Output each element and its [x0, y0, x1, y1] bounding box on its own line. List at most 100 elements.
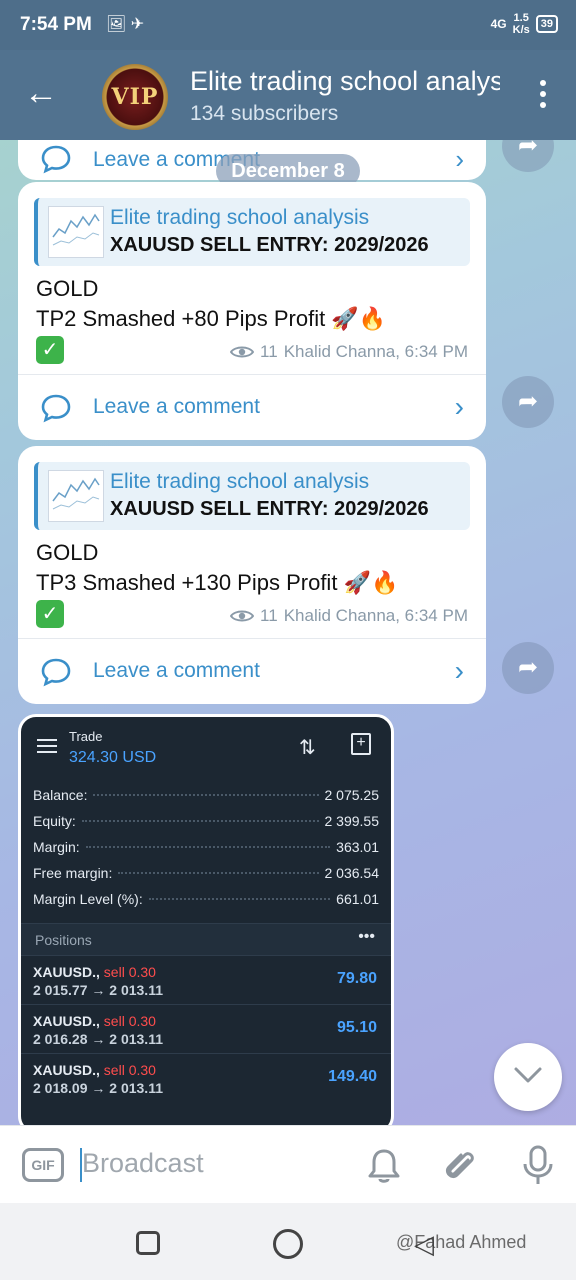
- summary-row: Equity: 2 399.55: [33, 813, 379, 839]
- message-bubble[interactable]: Elite trading school analysis XAUUSD SEL…: [18, 182, 486, 440]
- position-side: sell 0.30: [103, 1062, 156, 1078]
- summary-label: Margin Level (%):: [33, 891, 143, 907]
- leave-comment-label[interactable]: Leave a comment: [93, 659, 260, 683]
- reply-thumbnail: [48, 206, 104, 258]
- position-side: sell 0.30: [103, 1013, 156, 1029]
- position-profit: 79.80: [336, 970, 377, 987]
- avatar-logo-text: VIP: [111, 84, 159, 110]
- status-notification-icons: 🖼 ✈: [106, 16, 145, 33]
- position-prices: 2 016.28 → 2 013.11: [33, 1031, 163, 1047]
- chevron-down-icon: [514, 1067, 542, 1083]
- message-input-bar: GIF Broadcast: [0, 1125, 576, 1203]
- message-list[interactable]: Leave a comment › ➦ December 8 Elite tra…: [0, 140, 576, 1125]
- check-mark-icon: ✓: [36, 600, 64, 628]
- summary-row: Balance: 2 075.25: [33, 787, 379, 813]
- channel-header: ← VIP Elite trading school analysis 134 …: [0, 50, 576, 140]
- position-row: XAUUSD., sell 0.30 2 016.28 → 2 013.11 9…: [21, 1004, 391, 1053]
- position-row: XAUUSD., sell 0.30 2 015.77 → 2 013.11 7…: [21, 955, 391, 1004]
- status-time: 7:54 PM: [20, 14, 92, 35]
- channel-avatar[interactable]: VIP: [102, 64, 168, 130]
- forward-icon[interactable]: ➦: [502, 376, 554, 428]
- author-time: Khalid Channa, 6:34 PM: [283, 606, 468, 625]
- scroll-down-button[interactable]: [494, 1043, 562, 1111]
- position-profit: 95.10: [336, 1019, 377, 1036]
- signal-icon: 4G: [490, 17, 507, 31]
- summary-row: Margin: 363.01: [33, 839, 379, 865]
- chevron-right-icon[interactable]: ›: [455, 391, 464, 423]
- position-symbol: XAUUSD.,: [33, 1013, 100, 1029]
- summary-value: 2 399.55: [324, 813, 380, 829]
- chevron-right-icon[interactable]: ›: [455, 655, 464, 687]
- reply-preview[interactable]: Elite trading school analysis XAUUSD SEL…: [34, 198, 470, 266]
- status-bar: 7:54 PM 🖼 ✈ 4G 1.5 K/s 39: [0, 0, 576, 50]
- subscriber-count: 134 subscribers: [190, 102, 339, 125]
- author-time: Khalid Channa, 6:34 PM: [283, 342, 468, 361]
- summary-value: 2 036.54: [324, 865, 380, 881]
- positions-header: Positions •••: [21, 923, 391, 955]
- eye-icon: [230, 346, 255, 358]
- gif-button[interactable]: GIF: [22, 1148, 64, 1182]
- position-prices: 2 018.09 → 2 013.11: [33, 1080, 163, 1096]
- trade-amount: 324.30 USD: [69, 749, 157, 766]
- reply-preview[interactable]: Elite trading school analysis XAUUSD SEL…: [34, 462, 470, 530]
- comment-bubble-icon: [41, 658, 71, 687]
- summary-label: Margin:: [33, 839, 80, 855]
- leave-comment-row[interactable]: Leave a comment ›: [18, 375, 486, 440]
- position-symbol: XAUUSD.,: [33, 1062, 100, 1078]
- summary-value: 363.01: [336, 839, 379, 855]
- position-symbol: XAUUSD.,: [33, 964, 100, 980]
- message-meta: 11 Khalid Channa, 6:34 PM: [230, 342, 468, 362]
- new-order-icon: +: [351, 733, 371, 755]
- comment-bubble-icon: [41, 394, 71, 423]
- account-summary: Balance: 2 075.25 Equity: 2 399.55 Margin:…: [33, 787, 379, 917]
- network-speed-unit: K/s: [512, 24, 530, 36]
- summary-value: 661.01: [336, 891, 379, 907]
- message-meta: 11 Khalid Channa, 6:34 PM: [230, 606, 468, 626]
- broadcast-input[interactable]: Broadcast: [82, 1148, 204, 1179]
- position-row: XAUUSD., sell 0.30 2 018.09 → 2 013.11 1…: [21, 1053, 391, 1102]
- trade-header: Trade 324.30 USD ⇅ +: [21, 717, 391, 777]
- chevron-right-icon[interactable]: ›: [455, 144, 464, 175]
- view-count: 11: [260, 606, 278, 625]
- position-side: sell 0.30: [103, 964, 156, 980]
- battery-icon: 39: [535, 15, 558, 33]
- network-speed: 1.5 K/s: [513, 12, 530, 36]
- message-line: GOLD: [36, 276, 99, 301]
- back-arrow-icon[interactable]: ←: [24, 76, 58, 110]
- summary-row: Free margin: 2 036.54: [33, 865, 379, 891]
- check-mark-icon: ✓: [36, 336, 64, 364]
- forward-icon[interactable]: ➦: [502, 642, 554, 694]
- positions-label: Positions: [35, 932, 92, 948]
- paperclip-icon[interactable]: [440, 1146, 480, 1186]
- leave-comment-row[interactable]: Leave a comment ›: [18, 639, 486, 704]
- recent-apps-icon[interactable]: [136, 1231, 160, 1255]
- message-line: TP2 Smashed +80 Pips Profit 🚀🔥: [36, 306, 387, 331]
- more-options-icon[interactable]: [540, 80, 548, 113]
- microphone-icon[interactable]: [520, 1144, 556, 1186]
- watermark: @Fahad Ahmed: [396, 1232, 527, 1252]
- bell-icon[interactable]: [364, 1146, 404, 1186]
- summary-row: Margin Level (%): 661.01: [33, 891, 379, 917]
- summary-label: Equity:: [33, 813, 76, 829]
- reply-text: XAUUSD SELL ENTRY: 2029/2026: [110, 234, 429, 256]
- message-bubble[interactable]: Elite trading school analysis XAUUSD SEL…: [18, 446, 486, 704]
- comment-bubble-icon: [41, 145, 71, 174]
- message-line: TP3 Smashed +130 Pips Profit 🚀🔥: [36, 570, 399, 595]
- reply-title: Elite trading school analysis: [110, 470, 370, 493]
- summary-value: 2 075.25: [324, 787, 380, 803]
- view-count: 11: [260, 342, 278, 361]
- leave-comment-label[interactable]: Leave a comment: [93, 395, 260, 419]
- channel-title[interactable]: Elite trading school analysis: [190, 66, 500, 97]
- home-icon[interactable]: [273, 1229, 303, 1259]
- reply-text: XAUUSD SELL ENTRY: 2029/2026: [110, 498, 429, 520]
- eye-icon: [230, 610, 255, 622]
- trade-screenshot-image[interactable]: Trade 324.30 USD ⇅ + Balance: 2 075.25 Eq…: [18, 714, 394, 1125]
- forward-icon[interactable]: ➦: [502, 140, 554, 172]
- message-line: GOLD: [36, 540, 99, 565]
- hamburger-menu-icon: [37, 739, 57, 757]
- summary-label: Balance:: [33, 787, 88, 803]
- position-prices: 2 015.77 → 2 013.11: [33, 982, 163, 998]
- trade-title: Trade: [69, 729, 103, 744]
- sort-arrows-icon: ⇅: [299, 737, 316, 759]
- more-dots-icon: •••: [358, 928, 375, 945]
